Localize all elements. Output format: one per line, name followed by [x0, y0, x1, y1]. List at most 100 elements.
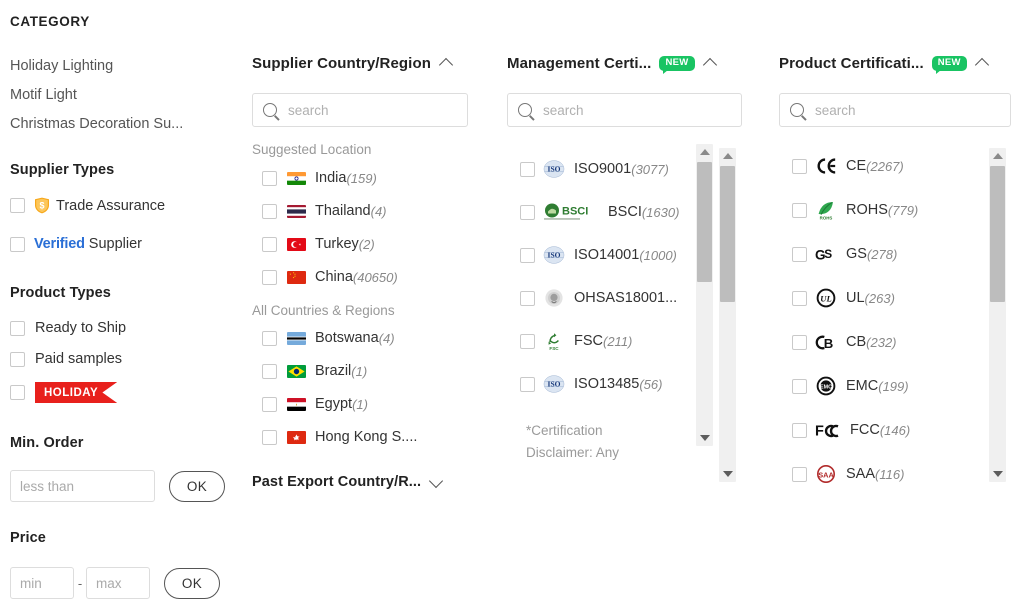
label-verified-supplier: Supplier: [89, 236, 142, 252]
checkbox-saa[interactable]: [792, 467, 807, 482]
checkbox-cb[interactable]: [792, 335, 807, 350]
iso-logo-icon: ISO: [543, 374, 565, 394]
product-certification-header[interactable]: Product Certificati... NEW: [779, 55, 989, 72]
cert-row-iso9001[interactable]: ISO ISO9001 (3077): [520, 159, 669, 179]
category-link-holiday-lighting[interactable]: Holiday Lighting: [10, 52, 183, 81]
supplier-country-search-box[interactable]: search: [252, 93, 468, 127]
checkbox-ul[interactable]: [792, 291, 807, 306]
checkbox-fcc[interactable]: [792, 423, 807, 438]
category-link-motif-light[interactable]: Motif Light: [10, 81, 183, 110]
chevron-up-icon[interactable]: [976, 57, 989, 70]
checkbox-india[interactable]: [262, 171, 277, 186]
scroll-up-arrow[interactable]: [989, 148, 1006, 164]
product-certification-scrollbar[interactable]: [989, 148, 1006, 482]
checkbox-turkey[interactable]: [262, 237, 277, 252]
cert-row-ce[interactable]: CE (2267): [792, 156, 904, 176]
checkbox-holiday[interactable]: [10, 385, 25, 400]
country-row-china[interactable]: China (40650): [262, 269, 398, 285]
count-iso14001: (1000): [639, 248, 677, 263]
checkbox-thailand[interactable]: [262, 204, 277, 219]
checkbox-rohs[interactable]: [792, 203, 807, 218]
cert-row-ul[interactable]: UL UL (263): [792, 288, 895, 308]
filter-row-verified-supplier[interactable]: Verified Supplier: [10, 236, 142, 252]
flag-hongkong-icon: [287, 431, 306, 444]
group-label-suggested-location: Suggested Location: [252, 142, 371, 157]
management-certification-header[interactable]: Management Certi... NEW: [507, 55, 717, 72]
checkbox-bsci[interactable]: [520, 205, 535, 220]
checkbox-ohsas18001[interactable]: [520, 291, 535, 306]
search-input[interactable]: search: [815, 103, 856, 118]
country-row-india[interactable]: India (159): [262, 170, 377, 186]
min-order-input[interactable]: less than: [10, 470, 155, 502]
filter-row-holiday[interactable]: HOLIDAY: [10, 382, 117, 403]
svg-text:ISO: ISO: [548, 380, 561, 389]
country-row-egypt[interactable]: Egypt (1): [262, 396, 368, 412]
min-order-ok-button[interactable]: OK: [169, 471, 225, 502]
label-botswana: Botswana: [315, 330, 379, 346]
checkbox-trade-assurance[interactable]: [10, 198, 25, 213]
country-row-hong-kong[interactable]: Hong Kong S....: [262, 429, 417, 445]
chevron-up-icon[interactable]: [440, 57, 453, 70]
cert-row-gs[interactable]: G S GS (278): [792, 244, 897, 264]
checkbox-emc[interactable]: [792, 379, 807, 394]
checkbox-fsc[interactable]: [520, 334, 535, 349]
checkbox-china[interactable]: [262, 270, 277, 285]
count-india: (159): [346, 171, 376, 186]
management-certification-scrollbar[interactable]: [719, 148, 736, 482]
scroll-down-arrow[interactable]: [719, 466, 736, 482]
category-link-christmas-decoration[interactable]: Christmas Decoration Su...: [10, 110, 183, 139]
price-max-input[interactable]: max: [86, 567, 150, 599]
cert-row-fsc[interactable]: FSC FSC (211): [520, 331, 632, 351]
cert-row-iso13485[interactable]: ISO ISO13485 (56): [520, 374, 662, 394]
count-rohs: (779): [888, 203, 918, 218]
price-range-separator: -: [74, 576, 86, 591]
checkbox-ce[interactable]: [792, 159, 807, 174]
country-row-botswana[interactable]: Botswana (4): [262, 330, 395, 346]
count-thailand: (4): [371, 204, 387, 219]
filter-row-ready-to-ship[interactable]: Ready to Ship: [10, 320, 126, 336]
country-row-brazil[interactable]: Brazil (1): [262, 363, 367, 379]
scroll-up-arrow[interactable]: [719, 148, 736, 164]
label-ohsas18001: OHSAS18001...: [574, 290, 677, 306]
product-certification-search-box[interactable]: search: [779, 93, 1011, 127]
scrollbar-thumb[interactable]: [720, 166, 735, 302]
checkbox-botswana[interactable]: [262, 331, 277, 346]
supplier-country-header[interactable]: Supplier Country/Region: [252, 55, 468, 72]
price-min-input[interactable]: min: [10, 567, 74, 599]
checkbox-verified-supplier[interactable]: [10, 237, 25, 252]
cert-row-iso14001[interactable]: ISO ISO14001 (1000): [520, 245, 677, 265]
cert-row-rohs[interactable]: ROHS ROHS (779): [792, 200, 918, 220]
country-row-turkey[interactable]: Turkey (2): [262, 236, 375, 252]
management-certification-search-box[interactable]: search: [507, 93, 742, 127]
cert-row-ohsas18001[interactable]: OHSAS18001...: [520, 288, 677, 308]
scroll-down-arrow[interactable]: [989, 466, 1006, 482]
search-input[interactable]: search: [288, 103, 329, 118]
cert-row-fcc[interactable]: F FCC (146): [792, 420, 910, 440]
checkbox-hong-kong[interactable]: [262, 430, 277, 445]
checkbox-iso9001[interactable]: [520, 162, 535, 177]
filter-row-trade-assurance[interactable]: $ Trade Assurance: [10, 197, 165, 214]
past-export-country-header[interactable]: Past Export Country/R...: [252, 474, 443, 490]
checkbox-paid-samples[interactable]: [10, 352, 25, 367]
search-icon: [790, 103, 804, 117]
scrollbar-thumb[interactable]: [990, 166, 1005, 302]
chevron-up-icon[interactable]: [704, 57, 717, 70]
chevron-down-icon[interactable]: [430, 476, 443, 489]
checkbox-ready-to-ship[interactable]: [10, 321, 25, 336]
cert-row-emc[interactable]: EMC EMC (199): [792, 376, 909, 396]
checkbox-gs[interactable]: [792, 247, 807, 262]
checkbox-brazil[interactable]: [262, 364, 277, 379]
cert-row-saa[interactable]: SAA SAA (116): [792, 464, 904, 484]
filter-row-paid-samples[interactable]: Paid samples: [10, 351, 122, 367]
cert-row-cb[interactable]: B CB (232): [792, 332, 897, 352]
search-input[interactable]: search: [543, 103, 584, 118]
checkbox-iso13485[interactable]: [520, 377, 535, 392]
flag-brazil-icon: [287, 365, 306, 378]
checkbox-iso14001[interactable]: [520, 248, 535, 263]
price-ok-button[interactable]: OK: [164, 568, 220, 599]
country-row-thailand[interactable]: Thailand (4): [262, 203, 387, 219]
checkbox-egypt[interactable]: [262, 397, 277, 412]
cert-row-bsci[interactable]: BSCI BSCI (1630): [520, 202, 679, 222]
ohsas-logo-icon: [543, 288, 565, 308]
count-cb: (232): [866, 335, 896, 350]
